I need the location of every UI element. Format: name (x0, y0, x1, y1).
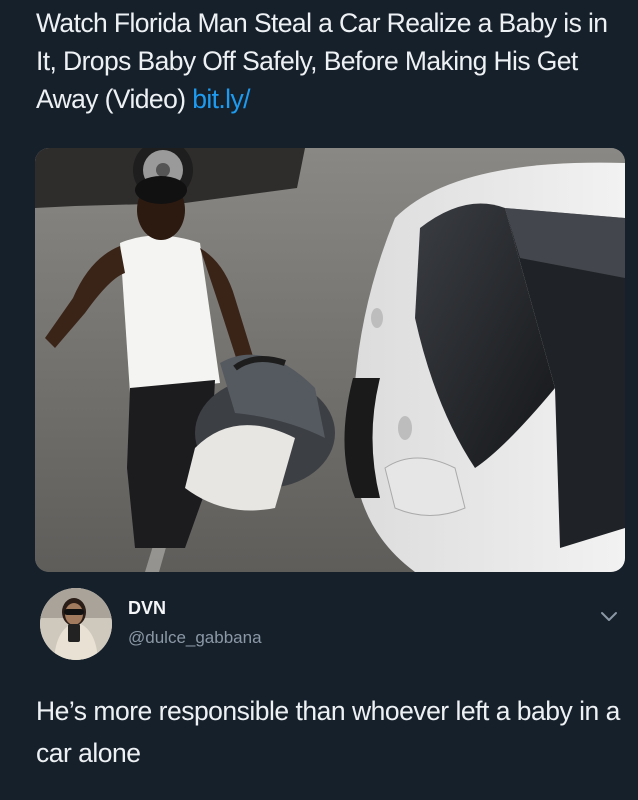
display-name[interactable]: DVN (128, 598, 166, 619)
tweet-text: He’s more responsible than whoever left … (36, 696, 620, 768)
username-handle[interactable]: @dulce_gabbana (128, 628, 262, 648)
photo-illustration (35, 148, 625, 572)
headline-text: Watch Florida Man Steal a Car Realize a … (36, 8, 608, 114)
tweet-author: DVN @dulce_gabbana (40, 588, 625, 668)
headline: Watch Florida Man Steal a Car Realize a … (36, 4, 626, 118)
avatar[interactable] (40, 588, 112, 660)
chevron-down-icon[interactable] (599, 610, 619, 624)
avatar-image (40, 588, 112, 660)
tweet-photo[interactable] (35, 148, 625, 572)
headline-link[interactable]: bit.ly/ (192, 84, 250, 114)
